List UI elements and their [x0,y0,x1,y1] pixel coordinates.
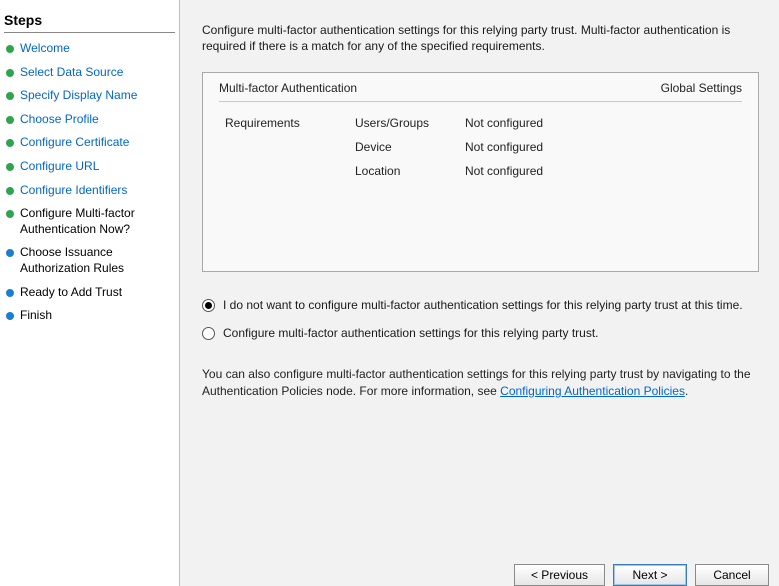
step-item-8[interactable]: Choose Issuance Authorization Rules [4,241,175,280]
step-label: Finish [20,308,52,324]
step-label: Configure Certificate [20,135,129,151]
req-row-value: Not configured [465,164,615,178]
radio-do-not-configure[interactable]: I do not want to configure multi-factor … [202,298,759,312]
wizard-steps-sidebar: Steps Welcome Select Data Source Specify D… [0,0,180,586]
req-row-spacer [225,164,355,178]
radio-label: Configure multi-factor authentication se… [223,326,599,340]
req-row-label: Location [355,164,465,178]
step-label: Choose Issuance Authorization Rules [20,245,173,276]
step-label: Specify Display Name [20,88,137,104]
step-item-6[interactable]: Configure Identifiers [4,179,175,203]
step-item-9[interactable]: Ready to Add Trust [4,281,175,305]
sidebar-title: Steps [4,8,175,33]
step-label: Configure Identifiers [20,183,127,199]
step-bullet-icon [6,289,14,297]
wizard-button-bar: < Previous Next > Cancel [514,558,769,586]
cancel-button[interactable]: Cancel [695,564,769,586]
wizard-content-panel: Configure multi-factor authentication se… [180,0,779,586]
req-row-label: Device [355,140,465,154]
step-label: Configure Multi-factor Authentication No… [20,206,173,237]
radio-icon [202,299,215,312]
step-item-2[interactable]: Specify Display Name [4,84,175,108]
step-bullet-icon [6,312,14,320]
intro-text: Configure multi-factor authentication se… [202,22,759,54]
step-bullet-icon [6,187,14,195]
step-bullet-icon [6,139,14,147]
req-row-value: Not configured [465,116,615,130]
radio-label: I do not want to configure multi-factor … [223,298,743,312]
step-bullet-icon [6,249,14,257]
step-bullet-icon [6,163,14,171]
step-label: Welcome [20,41,70,57]
req-row-value: Not configured [465,140,615,154]
step-bullet-icon [6,45,14,53]
radio-icon [202,327,215,340]
step-item-5[interactable]: Configure URL [4,155,175,179]
step-bullet-icon [6,116,14,124]
previous-button[interactable]: < Previous [514,564,605,586]
configuring-auth-policies-link[interactable]: Configuring Authentication Policies [500,384,685,398]
mfa-box-global-link[interactable]: Global Settings [661,81,742,95]
step-label: Ready to Add Trust [20,285,122,301]
step-item-7[interactable]: Configure Multi-factor Authentication No… [4,202,175,241]
step-item-4[interactable]: Configure Certificate [4,131,175,155]
radio-configure-now[interactable]: Configure multi-factor authentication se… [202,326,759,340]
step-item-0[interactable]: Welcome [4,37,175,61]
step-label: Select Data Source [20,65,123,81]
step-item-3[interactable]: Choose Profile [4,108,175,132]
requirements-col-header: Requirements [225,116,355,130]
mfa-settings-box: Multi-factor Authentication Global Setti… [202,72,759,272]
footnote-text: You can also configure multi-factor auth… [202,366,759,398]
step-label: Configure URL [20,159,99,175]
next-button[interactable]: Next > [613,564,687,586]
step-bullet-icon [6,210,14,218]
step-item-10[interactable]: Finish [4,304,175,328]
req-row-spacer [225,140,355,154]
mfa-box-title: Multi-factor Authentication [219,81,357,95]
step-label: Choose Profile [20,112,99,128]
step-bullet-icon [6,69,14,77]
step-item-1[interactable]: Select Data Source [4,61,175,85]
step-bullet-icon [6,92,14,100]
req-row-label: Users/Groups [355,116,465,130]
